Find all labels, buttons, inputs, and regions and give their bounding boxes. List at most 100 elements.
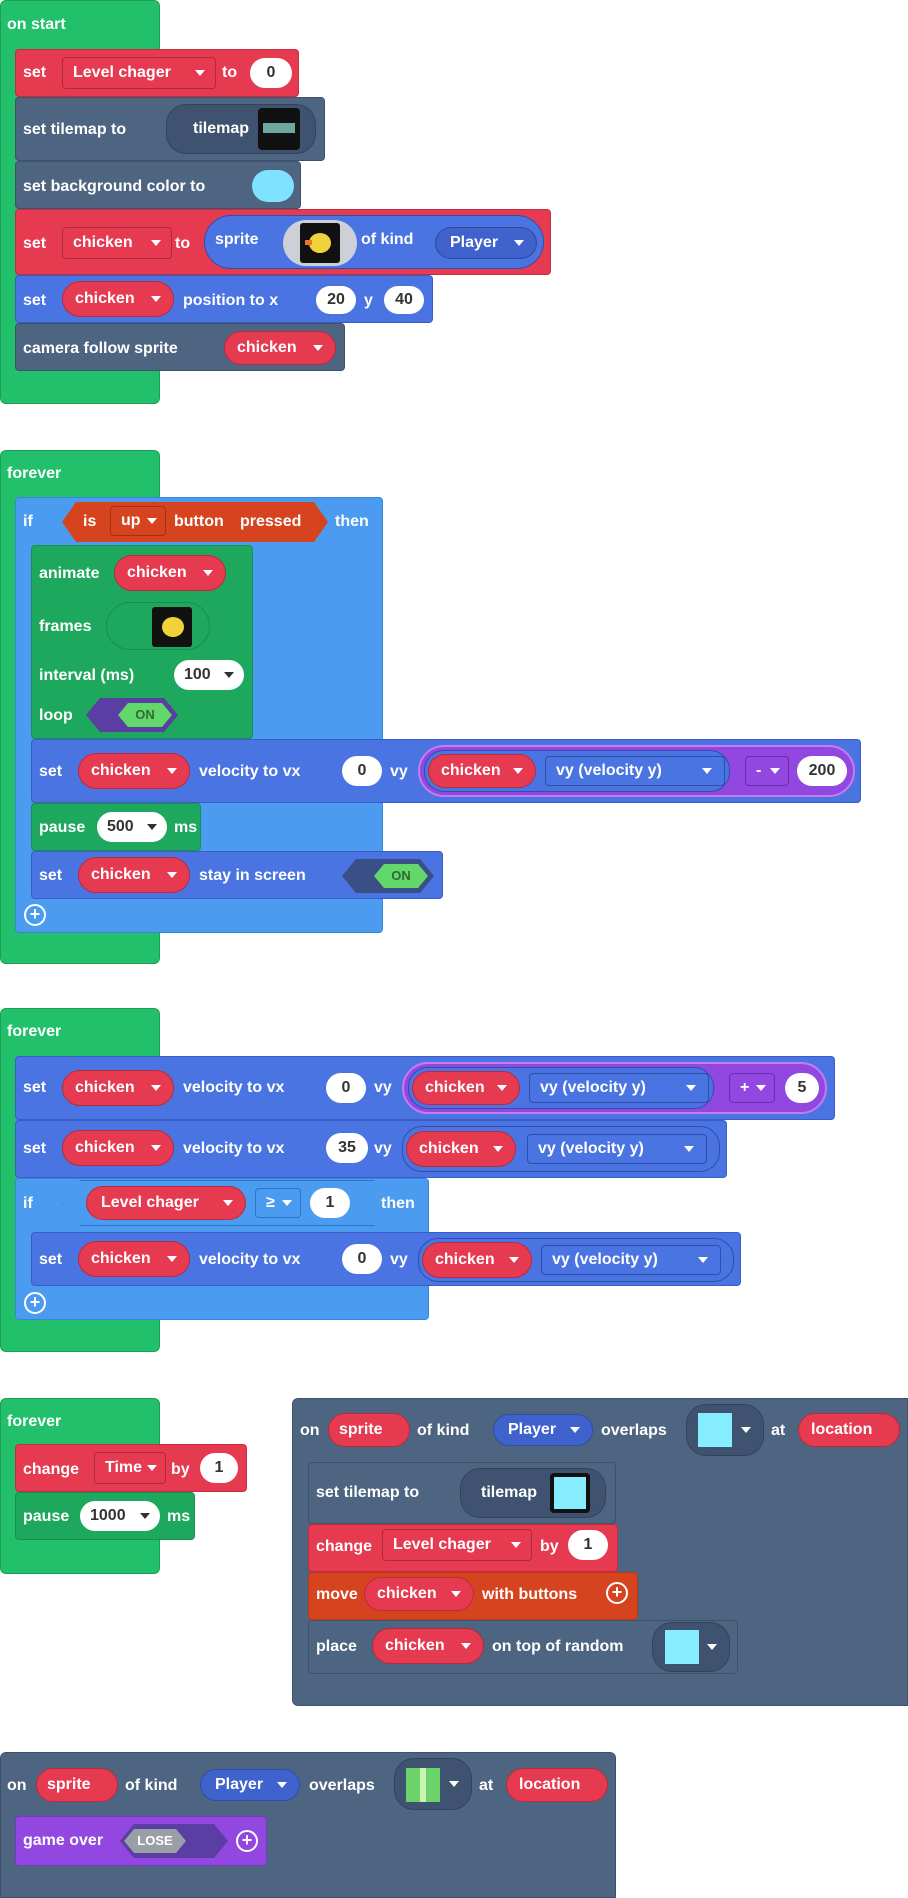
chevron-down-icon <box>223 1200 233 1206</box>
comparison-value-input[interactable]: 1 <box>310 1188 350 1218</box>
variable-pill[interactable]: Level chager <box>86 1186 246 1220</box>
tilemap-thumbnail[interactable] <box>258 108 300 150</box>
chevron-down-icon <box>151 240 161 246</box>
interval-dropdown[interactable]: 100 <box>174 660 244 690</box>
sprite-variable-pill[interactable]: chicken <box>78 1241 190 1277</box>
location-parameter-pill[interactable]: location <box>506 1768 608 1802</box>
property-dropdown[interactable]: vy (velocity y) <box>545 756 725 786</box>
chevron-down-icon <box>702 768 712 774</box>
velocity-vx-label: velocity to vx <box>199 763 301 780</box>
variable-dropdown[interactable]: Level chager <box>382 1529 532 1561</box>
sprite-variable-pill[interactable]: chicken <box>114 555 226 591</box>
set-label: set <box>39 867 63 884</box>
tilemap-thumbnail[interactable] <box>550 1473 590 1513</box>
kind-dropdown[interactable]: Player <box>435 227 537 259</box>
button-dropdown[interactable]: up <box>110 506 166 536</box>
expand-plus-icon[interactable]: + <box>606 1582 628 1604</box>
with-buttons-label: with buttons <box>482 1586 578 1603</box>
by-label: by <box>540 1538 559 1555</box>
sprite-variable-pill[interactable]: chicken <box>78 753 190 789</box>
operator-dropdown[interactable]: + <box>729 1073 775 1103</box>
loop-toggle-knob: ON <box>118 703 172 727</box>
sprite-variable-pill[interactable]: chicken <box>406 1131 516 1167</box>
chevron-down-icon <box>313 345 323 351</box>
sprite-variable-pill[interactable]: chicken <box>364 1577 474 1611</box>
comparison-operator-dropdown[interactable]: ≥ <box>255 1188 301 1218</box>
interval-label: interval (ms) <box>39 667 135 684</box>
chicken-sprite-icon <box>300 223 340 263</box>
of-kind-label: of kind <box>417 1422 470 1439</box>
sprite-variable-pill[interactable]: chicken <box>372 1628 484 1664</box>
overlaps-label: overlaps <box>309 1777 375 1794</box>
property-dropdown[interactable]: vy (velocity y) <box>527 1134 707 1164</box>
set-label: set <box>23 64 47 81</box>
chevron-down-icon <box>514 240 524 246</box>
set-label: set <box>23 1140 47 1157</box>
variable-dropdown[interactable]: Time <box>94 1452 166 1484</box>
create-sprite-block[interactable]: sprite of kind Player <box>204 215 544 269</box>
pause-label: pause <box>23 1508 70 1525</box>
pause-duration-dropdown[interactable]: 1000 <box>80 1501 160 1531</box>
change-label: change <box>316 1538 373 1555</box>
stay-in-screen-label: stay in screen <box>199 867 306 884</box>
tilemap-preview-fill <box>554 1477 586 1509</box>
property-dropdown[interactable]: vy (velocity y) <box>541 1245 721 1275</box>
change-value-input[interactable]: 1 <box>200 1453 238 1483</box>
forever-label: forever <box>7 1023 62 1040</box>
y-input[interactable]: 40 <box>384 286 424 314</box>
chevron-down-icon <box>277 1782 287 1788</box>
variable-dropdown[interactable]: Level chager <box>62 57 216 89</box>
of-kind-label: of kind <box>361 231 414 248</box>
variable-dropdown[interactable]: chicken <box>62 227 172 259</box>
vx-input[interactable]: 0 <box>342 1244 382 1274</box>
pause-duration-dropdown[interactable]: 500 <box>97 812 167 842</box>
game-over-label: game over <box>23 1832 104 1849</box>
color-picker[interactable] <box>252 170 294 202</box>
chevron-down-icon <box>449 1781 459 1787</box>
operand-input[interactable]: 5 <box>785 1073 819 1103</box>
sprite-parameter-pill[interactable]: sprite <box>36 1768 118 1802</box>
chevron-down-icon <box>151 296 161 302</box>
chevron-down-icon <box>167 872 177 878</box>
operand-input[interactable]: 200 <box>797 756 847 786</box>
vx-input[interactable]: 0 <box>326 1073 366 1103</box>
x-input[interactable]: 20 <box>316 286 356 314</box>
on-start-label: on start <box>7 16 66 33</box>
chevron-down-icon <box>147 824 157 830</box>
sprite-variable-pill[interactable]: chicken <box>412 1071 520 1105</box>
sprite-variable-pill[interactable]: chicken <box>224 331 336 365</box>
then-label: then <box>381 1195 415 1212</box>
location-parameter-pill[interactable]: location <box>798 1413 900 1447</box>
velocity-vx-label: velocity to vx <box>183 1079 285 1096</box>
change-value-input[interactable]: 1 <box>568 1530 608 1560</box>
loop-label: loop <box>39 707 73 724</box>
add-else-plus-icon[interactable]: + <box>24 904 46 926</box>
operator-dropdown[interactable]: - <box>745 756 789 786</box>
property-dropdown[interactable]: vy (velocity y) <box>529 1073 709 1103</box>
sprite-variable-pill[interactable]: chicken <box>62 1130 174 1166</box>
sprite-variable-pill[interactable]: chicken <box>62 1070 174 1106</box>
chevron-down-icon <box>684 1146 694 1152</box>
expand-plus-icon[interactable]: + <box>236 1830 258 1852</box>
overlaps-label: overlaps <box>601 1422 667 1439</box>
sprite-variable-pill[interactable]: chicken <box>78 857 190 893</box>
chevron-down-icon <box>741 1427 751 1433</box>
sprite-variable-pill[interactable]: chicken <box>62 281 174 317</box>
chicken-frame-icon <box>152 607 192 647</box>
vx-input[interactable]: 35 <box>326 1133 368 1163</box>
kind-dropdown[interactable]: Player <box>493 1414 593 1446</box>
value-input[interactable]: 0 <box>250 58 292 88</box>
chevron-down-icon <box>511 1542 521 1548</box>
if-label: if <box>23 1195 33 1212</box>
kind-dropdown[interactable]: Player <box>200 1769 300 1801</box>
sprite-parameter-pill[interactable]: sprite <box>328 1413 410 1447</box>
add-else-plus-icon[interactable]: + <box>24 1292 46 1314</box>
forever-label: forever <box>7 465 62 482</box>
chevron-down-icon <box>451 1591 461 1597</box>
move-label: move <box>316 1586 358 1603</box>
vx-input[interactable]: 0 <box>342 756 382 786</box>
sprite-variable-pill[interactable]: chicken <box>422 1242 532 1278</box>
then-label: then <box>335 513 369 530</box>
sprite-variable-pill[interactable]: chicken <box>428 754 536 788</box>
frames-label: frames <box>39 618 92 635</box>
